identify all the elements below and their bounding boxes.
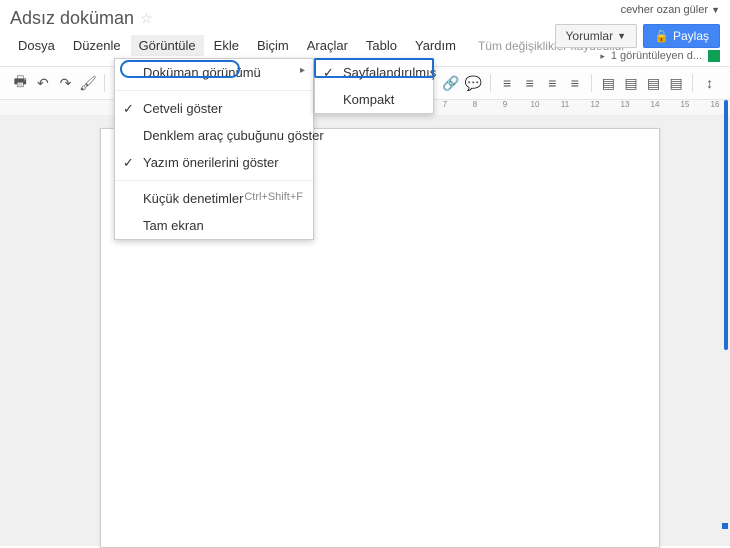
annotation-highlight [722, 523, 728, 529]
menu-show-ruler[interactable]: ✓ Cetveli göster [115, 95, 313, 122]
view-dropdown: Doküman görünümü ▸ ✓ Cetveli göster Denk… [114, 58, 314, 240]
menu-file[interactable]: Dosya [10, 35, 63, 56]
check-icon: ✓ [123, 155, 134, 171]
redo-icon[interactable]: ↷ [55, 72, 76, 94]
menu-help[interactable]: Yardım [407, 35, 464, 56]
menu-edit[interactable]: Düzenle [65, 35, 129, 56]
list-bullet-icon[interactable]: ≡ [542, 72, 563, 94]
share-button[interactable]: 🔒 Paylaş [643, 24, 720, 48]
lock-icon: 🔒 [654, 29, 669, 43]
align-left-icon[interactable]: ≡ [497, 72, 518, 94]
viewer-info[interactable]: ▸ 1 görüntüleyen d... [600, 50, 720, 62]
align-j-icon[interactable]: ▤ [666, 72, 687, 94]
doc-title[interactable]: Adsız doküman [10, 8, 134, 29]
doc-view-submenu: ✓ Sayfalandırılmış Kompakt [314, 58, 434, 114]
comments-button[interactable]: Yorumlar ▼ [555, 24, 638, 48]
menu-doc-view[interactable]: Doküman görünümü ▸ [115, 59, 313, 86]
annotation-highlight [724, 100, 728, 350]
star-icon[interactable]: ☆ [140, 10, 153, 27]
menu-show-spell[interactable]: ✓ Yazım önerilerini göster [115, 149, 313, 176]
menu-show-eq[interactable]: Denklem araç çubuğunu göster [115, 122, 313, 149]
paint-icon[interactable]: 🖌 [78, 72, 99, 94]
menu-view[interactable]: Görüntüle [131, 35, 204, 56]
submenu-paginated[interactable]: ✓ Sayfalandırılmış [315, 59, 433, 86]
list-num-icon[interactable]: ≡ [519, 72, 540, 94]
check-icon: ✓ [123, 101, 134, 117]
menu-table[interactable]: Tablo [358, 35, 405, 56]
menu-fullscreen[interactable]: Tam ekran [115, 212, 313, 239]
menu-insert[interactable]: Ekle [206, 35, 247, 56]
link-icon[interactable]: 🔗 [441, 72, 462, 94]
align-l-icon[interactable]: ▤ [598, 72, 619, 94]
submenu-compact[interactable]: Kompakt [315, 86, 433, 113]
comment-icon[interactable]: 💬 [463, 72, 484, 94]
viewer-avatar [708, 50, 720, 62]
print-icon[interactable]: 🖶 [10, 72, 31, 94]
submenu-arrow-icon: ▸ [300, 65, 305, 76]
align-c-icon[interactable]: ▤ [621, 72, 642, 94]
align-r-icon[interactable]: ▤ [643, 72, 664, 94]
menu-tools[interactable]: Araçlar [299, 35, 356, 56]
menu-format[interactable]: Biçim [249, 35, 297, 56]
check-icon: ✓ [323, 65, 334, 81]
indent-dec-icon[interactable]: ≡ [565, 72, 586, 94]
spacing-icon[interactable]: ↕ [699, 72, 720, 94]
undo-icon[interactable]: ↶ [33, 72, 54, 94]
document-area [0, 116, 730, 546]
user-label: cevher ozan güler ▼ [621, 4, 720, 16]
menu-small-controls[interactable]: Küçük denetimler Ctrl+Shift+F [115, 185, 313, 212]
